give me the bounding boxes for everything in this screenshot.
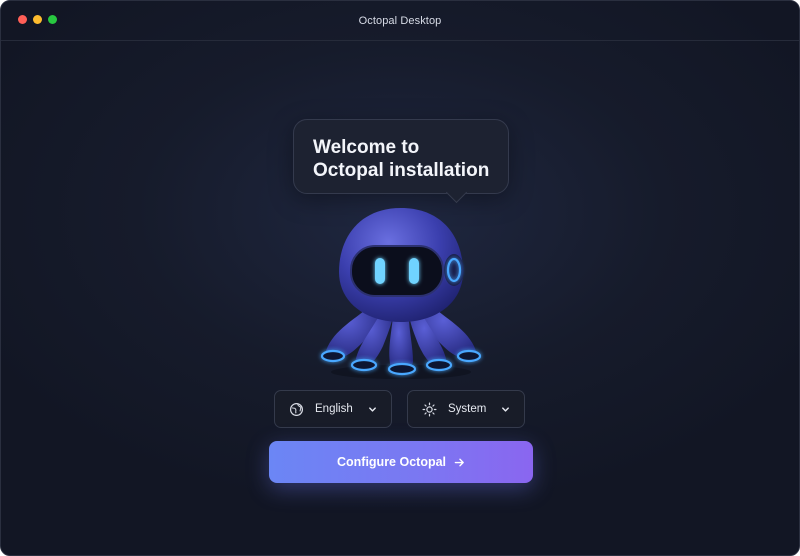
welcome-speech-bubble: Welcome to Octopal installation — [293, 119, 509, 204]
maximize-window-button[interactable] — [48, 15, 57, 24]
octopus-mascot-illustration — [320, 208, 482, 379]
theme-select-value: System — [448, 403, 487, 415]
window-title: Octopal Desktop — [358, 14, 442, 27]
configure-octopal-button-label: Configure Octopal — [336, 455, 447, 469]
globe-icon — [289, 402, 304, 417]
language-select[interactable]: English — [274, 390, 392, 428]
window-controls — [18, 15, 57, 24]
chevron-down-icon — [369, 407, 376, 412]
speech-bubble-tail — [445, 181, 468, 204]
arrow-right-icon — [454, 458, 464, 466]
welcome-heading-line-1: Welcome to — [313, 137, 420, 158]
title-bar: Octopal Desktop — [1, 1, 799, 41]
language-select-value: English — [315, 403, 353, 415]
minimize-window-button[interactable] — [33, 15, 42, 24]
chevron-down-icon — [502, 407, 509, 412]
welcome-heading-line-2: Octopal installation — [313, 160, 490, 181]
welcome-heading: Welcome to Octopal installation — [313, 136, 489, 182]
close-window-button[interactable] — [18, 15, 27, 24]
theme-select[interactable]: System — [407, 390, 525, 428]
configure-octopal-button[interactable]: Configure Octopal — [269, 441, 533, 483]
sun-icon — [422, 402, 437, 417]
app-window: Octopal Desktop Welcome to Octopal insta… — [0, 0, 800, 556]
